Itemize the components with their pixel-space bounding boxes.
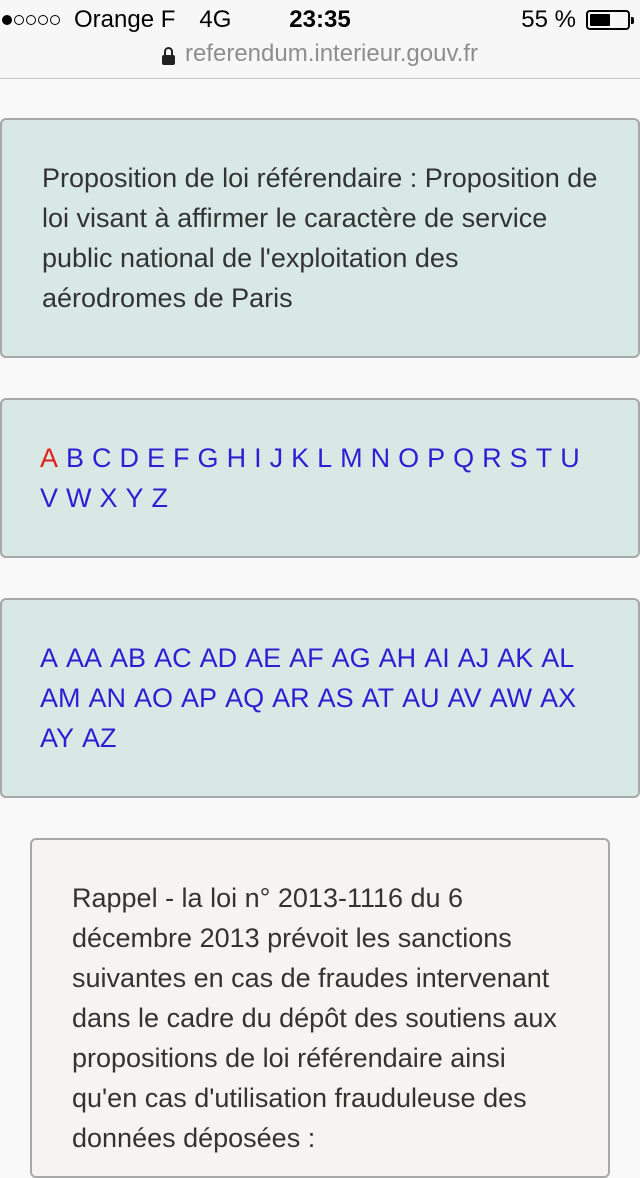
prefix-link-a[interactable]: A — [40, 638, 58, 678]
battery-icon — [586, 10, 634, 30]
letter-link-i[interactable]: I — [254, 438, 262, 478]
prefix-link-ax[interactable]: AX — [540, 678, 576, 718]
proposal-title: Proposition de loi référendaire : Propos… — [42, 163, 598, 313]
status-bar: Orange F 4G 23:35 55 % — [0, 0, 640, 40]
prefix-link-ak[interactable]: AK — [497, 638, 533, 678]
letter-link-c[interactable]: C — [92, 438, 112, 478]
prefix-link-ao[interactable]: AO — [134, 678, 173, 718]
battery-percentage: 55 % — [521, 6, 576, 33]
status-right: 55 % — [521, 6, 634, 34]
url-text[interactable]: referendum.interieur.gouv.fr — [185, 40, 478, 68]
prefix-link-ay[interactable]: AY — [40, 718, 74, 758]
letter-link-s[interactable]: S — [510, 438, 528, 478]
prefix-link-am[interactable]: AM — [40, 678, 81, 718]
prefix-link-az[interactable]: AZ — [82, 718, 117, 758]
letter-link-h[interactable]: H — [227, 438, 247, 478]
prefix-link-aa[interactable]: AA — [66, 638, 102, 678]
letter-link-m[interactable]: M — [340, 438, 363, 478]
letter-link-l[interactable]: L — [317, 438, 332, 478]
prefix-link-ap[interactable]: AP — [181, 678, 217, 718]
letter-link-v[interactable]: V — [40, 478, 58, 518]
letter-link-f[interactable]: F — [173, 438, 190, 478]
prefix-link-ab[interactable]: AB — [110, 638, 146, 678]
prefix-link-aq[interactable]: AQ — [225, 678, 264, 718]
prefix-link-ac[interactable]: AC — [154, 638, 192, 678]
letter-link-g[interactable]: G — [198, 438, 219, 478]
prefix-link-ad[interactable]: AD — [200, 638, 238, 678]
letter-link-k[interactable]: K — [291, 438, 309, 478]
prefix-link-ae[interactable]: AE — [245, 638, 281, 678]
letter-link-j[interactable]: J — [270, 438, 284, 478]
rappel-notice-box: Rappel - la loi n° 2013-1116 du 6 décemb… — [30, 838, 610, 1178]
letter-index-box: ABCDEFGHIJKLMNOPQRSTU VWXYZ — [0, 398, 640, 558]
proposal-title-box: Proposition de loi référendaire : Propos… — [0, 118, 640, 358]
prefix-index: A AA AB AC AD AE AF AG AH AI AJ AK AL AM AN AO AP AQ AR AS A… — [40, 638, 608, 758]
prefix-link-af[interactable]: AF — [289, 638, 324, 678]
prefix-index-box: A AA AB AC AD AE AF AG AH AI AJ AK AL AM AN AO AP AQ AR AS A… — [0, 598, 640, 798]
prefix-link-an[interactable]: AN — [89, 678, 127, 718]
prefix-link-au[interactable]: AU — [402, 678, 440, 718]
letter-link-q[interactable]: Q — [453, 438, 474, 478]
address-bar[interactable]: referendum.interieur.gouv.fr — [0, 40, 640, 79]
battery-tip — [631, 17, 634, 24]
battery-level — [590, 14, 610, 26]
prefix-link-ai[interactable]: AI — [424, 638, 450, 678]
letter-link-e[interactable]: E — [147, 438, 165, 478]
letter-link-u[interactable]: U — [560, 438, 580, 478]
letter-link-n[interactable]: N — [371, 438, 391, 478]
prefix-link-ag[interactable]: AG — [332, 638, 371, 678]
letter-link-d[interactable]: D — [120, 438, 140, 478]
letter-link-b[interactable]: B — [66, 438, 84, 478]
letter-link-w[interactable]: W — [66, 478, 91, 518]
letter-link-o[interactable]: O — [398, 438, 419, 478]
letter-link-r[interactable]: R — [482, 438, 502, 478]
letter-link-a[interactable]: A — [40, 438, 58, 478]
letter-index: ABCDEFGHIJKLMNOPQRSTU VWXYZ — [40, 438, 608, 518]
url-display[interactable]: referendum.interieur.gouv.fr — [161, 40, 478, 68]
prefix-link-av[interactable]: AV — [448, 678, 482, 718]
letter-link-t[interactable]: T — [536, 438, 553, 478]
prefix-link-ar[interactable]: AR — [272, 678, 310, 718]
prefix-link-ah[interactable]: AH — [379, 638, 417, 678]
prefix-link-aj[interactable]: AJ — [458, 638, 490, 678]
prefix-link-at[interactable]: AT — [362, 678, 395, 718]
letter-link-z[interactable]: Z — [152, 478, 169, 518]
letter-link-p[interactable]: P — [427, 438, 445, 478]
letter-link-y[interactable]: Y — [126, 478, 144, 518]
letter-link-x[interactable]: X — [100, 478, 118, 518]
prefix-link-al[interactable]: AL — [541, 638, 574, 678]
prefix-link-aw[interactable]: AW — [490, 678, 533, 718]
lock-icon — [161, 47, 175, 65]
rappel-text: Rappel - la loi n° 2013-1116 du 6 décemb… — [72, 883, 557, 1153]
prefix-link-as[interactable]: AS — [318, 678, 354, 718]
lock-body — [161, 55, 175, 65]
